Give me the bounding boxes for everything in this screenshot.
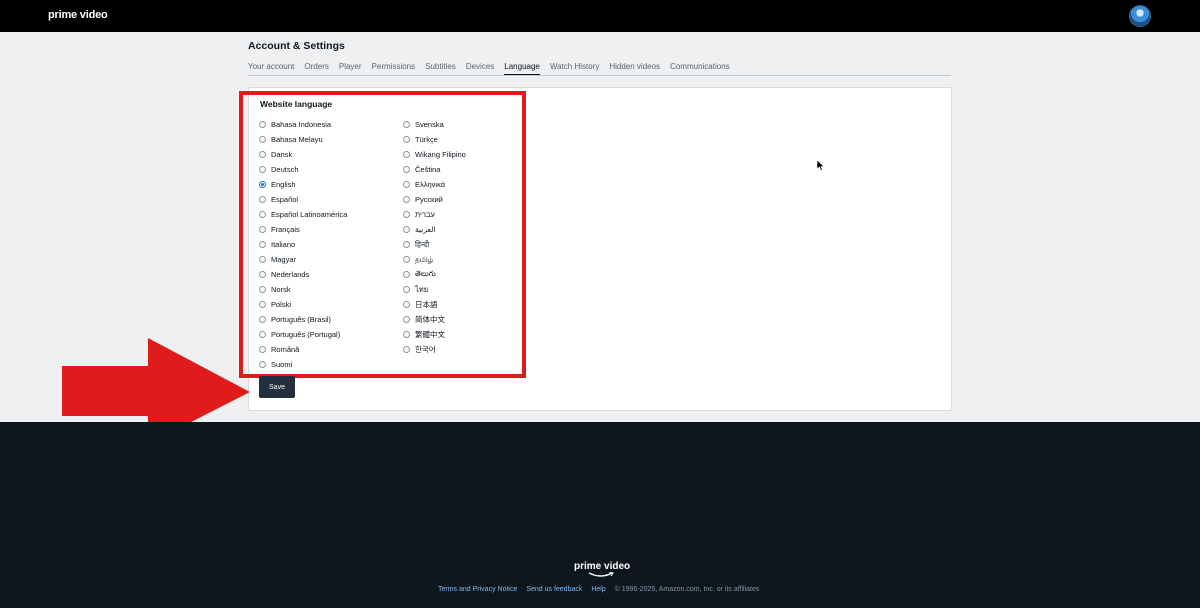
page-title: Account & Settings: [248, 40, 345, 52]
tab-communications[interactable]: Communications: [670, 61, 730, 74]
footer-links: Terms and Privacy Notice Send us feedbac…: [438, 586, 759, 593]
tab-player[interactable]: Player: [339, 61, 362, 74]
mouse-cursor-icon: [817, 160, 825, 171]
tab-devices[interactable]: Devices: [466, 61, 494, 74]
save-button[interactable]: Save: [259, 376, 295, 398]
copyright-text: © 1996-2025, Amazon.com, Inc. or its aff…: [614, 586, 760, 593]
tab-hidden-videos[interactable]: Hidden videos: [609, 61, 660, 74]
settings-tabs: Your account Orders Player Permissions Subti…: [248, 61, 951, 76]
amazon-smile-icon: [588, 572, 614, 577]
top-bar: prime video: [0, 0, 1200, 32]
footer: prime video Terms and Privacy Notice Sen…: [0, 422, 1200, 608]
send-feedback-link[interactable]: Send us feedback: [526, 586, 582, 593]
tab-orders[interactable]: Orders: [304, 61, 328, 74]
footer-prime-video-logo: prime video: [574, 561, 631, 572]
tab-language[interactable]: Language: [504, 61, 540, 75]
terms-privacy-link[interactable]: Terms and Privacy Notice: [438, 586, 517, 593]
tab-permissions[interactable]: Permissions: [372, 61, 416, 74]
tab-subtitles[interactable]: Subtitles: [425, 61, 456, 74]
tab-your-account[interactable]: Your account: [248, 61, 294, 74]
profile-avatar-icon[interactable]: [1130, 6, 1150, 26]
tab-watch-history[interactable]: Watch History: [550, 61, 600, 74]
prime-video-logo[interactable]: prime video: [48, 9, 108, 21]
highlight-box-annotation: [239, 91, 526, 378]
help-link[interactable]: Help: [591, 586, 605, 593]
